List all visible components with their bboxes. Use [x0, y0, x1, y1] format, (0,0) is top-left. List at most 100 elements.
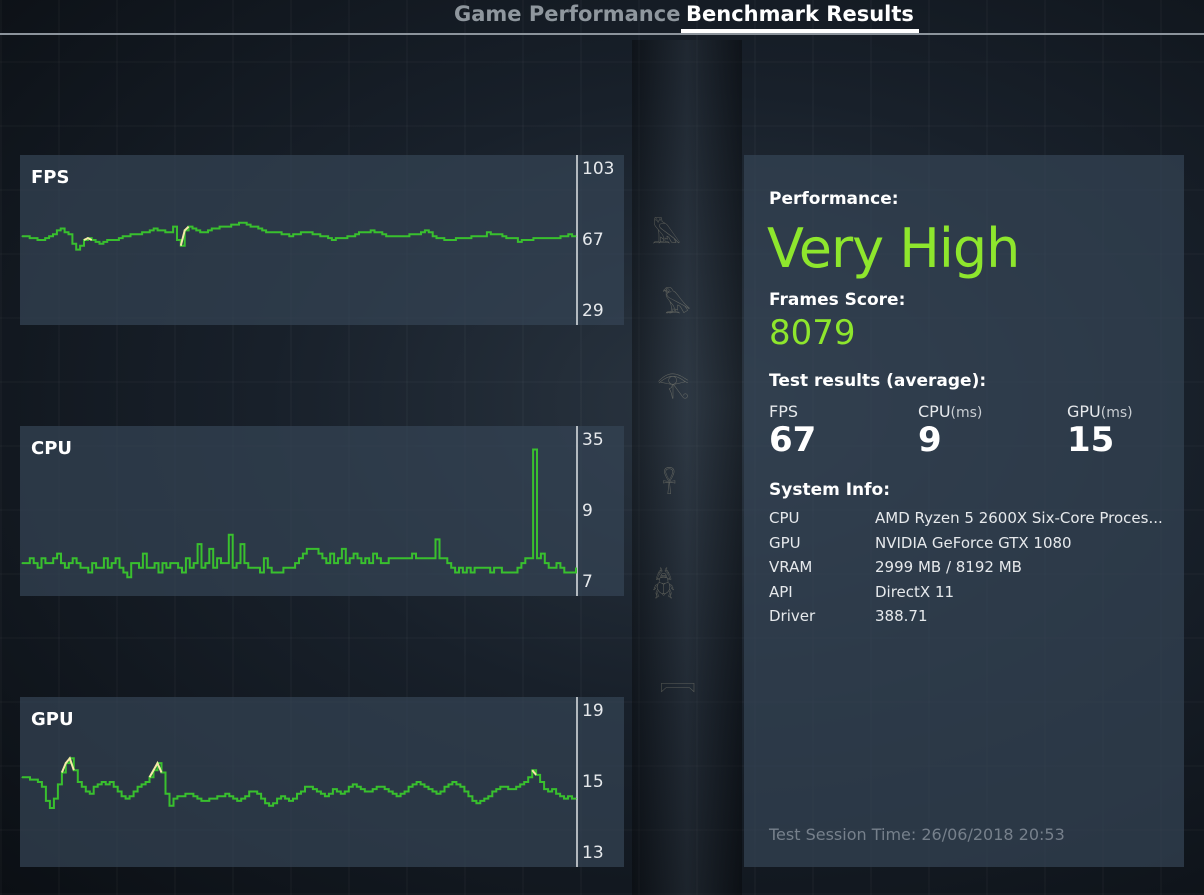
data-point [168, 805, 171, 807]
data-point [540, 237, 542, 239]
data-point [216, 795, 218, 797]
data-point [411, 553, 413, 555]
data-point [536, 557, 538, 559]
data-point [269, 231, 271, 233]
data-point [203, 231, 205, 233]
data-point [377, 231, 379, 233]
data-point [348, 786, 350, 788]
data-point [91, 562, 93, 564]
data-point [176, 795, 178, 797]
gpu-tick-mid: 15 [582, 772, 604, 792]
data-point [208, 548, 210, 550]
data-point [236, 562, 238, 564]
data-point [372, 788, 374, 790]
data-point [559, 567, 562, 569]
data-point [478, 235, 480, 237]
data-point [138, 567, 140, 569]
data-point [399, 557, 401, 559]
data-point [571, 235, 573, 237]
data-point [370, 229, 372, 231]
data-point [470, 235, 472, 237]
data-point [404, 235, 407, 237]
data-point [189, 567, 191, 569]
data-point [33, 779, 35, 781]
data-point [548, 237, 550, 239]
data-point [204, 562, 206, 564]
data-point [376, 557, 378, 559]
data-point [134, 562, 136, 564]
fps-tick-top: 103 [582, 159, 615, 179]
data-point [157, 571, 160, 574]
data-point [126, 235, 128, 237]
data-point [356, 786, 358, 788]
data-point [381, 233, 383, 235]
data-point [466, 567, 468, 569]
data-point [67, 233, 70, 235]
tab-benchmark-results[interactable]: Benchmark Results [681, 2, 919, 33]
data-point [44, 237, 46, 239]
data-point [352, 783, 354, 785]
data-point [501, 571, 503, 574]
data-point [300, 790, 302, 793]
data-point [271, 571, 273, 574]
data-point [543, 788, 545, 790]
highlight-segment [60, 756, 75, 773]
data-point [513, 571, 515, 574]
data-point [133, 790, 135, 793]
data-point [552, 567, 554, 569]
data-point [36, 239, 39, 241]
data-point [345, 562, 347, 564]
data-point [242, 222, 244, 224]
data-point [215, 227, 217, 230]
data-point [48, 562, 50, 564]
data-point [450, 567, 452, 569]
data-point [125, 798, 127, 800]
data-point [571, 571, 573, 574]
data-point [329, 553, 331, 555]
data-point [29, 779, 31, 781]
data-point [29, 557, 31, 559]
data-point [567, 571, 569, 574]
data-point [236, 800, 238, 802]
tab-game-performance[interactable]: Game Performance [454, 2, 680, 26]
data-point [548, 567, 550, 569]
data-point [89, 793, 91, 795]
data-point [544, 562, 546, 564]
data-point [434, 538, 437, 540]
data-point [396, 795, 398, 797]
data-point [304, 231, 306, 233]
data-point [412, 233, 414, 235]
data-point [397, 235, 399, 237]
data-point [515, 786, 517, 788]
data-point [278, 571, 281, 574]
data-point [264, 802, 266, 804]
data-point [25, 562, 27, 564]
data-point [388, 790, 390, 793]
data-point [208, 798, 210, 800]
data-point [525, 239, 527, 241]
metric-cpu-unit: (ms) [950, 405, 983, 421]
data-point [180, 795, 182, 797]
data-point [455, 237, 457, 239]
data-point [555, 793, 557, 795]
data-point [228, 534, 230, 536]
data-point [212, 567, 214, 569]
data-point [503, 786, 505, 788]
data-point [523, 781, 525, 783]
data-point [71, 243, 73, 245]
metric-fps: FPS 67 [769, 402, 816, 459]
data-point [222, 226, 225, 228]
data-point [257, 227, 259, 230]
data-point [239, 543, 242, 545]
data-point [536, 237, 538, 239]
data-point [509, 571, 511, 574]
data-point [216, 557, 218, 559]
data-point [567, 233, 569, 235]
data-point [129, 233, 132, 235]
data-point [68, 562, 70, 564]
data-point [79, 567, 82, 569]
data-point [259, 571, 261, 574]
data-point [93, 786, 95, 788]
data-point [420, 231, 422, 233]
data-point [95, 567, 97, 569]
